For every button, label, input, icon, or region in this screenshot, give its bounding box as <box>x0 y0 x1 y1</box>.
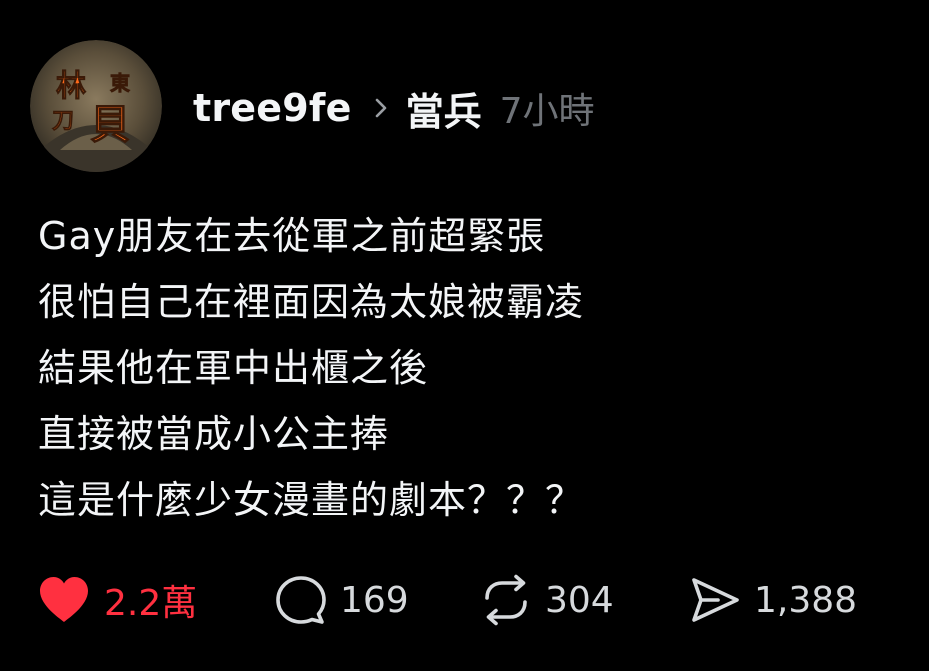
post-timestamp: 7小時 <box>499 91 595 132</box>
topic-tag[interactable]: 當兵 <box>406 81 482 136</box>
share-button[interactable]: 1,388 <box>688 572 857 628</box>
avatar[interactable]: 林 東 刀 貝 <box>30 40 162 172</box>
avatar-char-2: 刀 <box>52 109 74 134</box>
post-text-line: 結果他在軍中出櫃之後 <box>38 346 429 390</box>
comment-icon <box>276 576 326 624</box>
thread-post: 林 東 刀 貝 tree9fe 當兵 7小時 Gay朋友在去從軍之前超緊張 很怕… <box>0 0 929 671</box>
heart-icon <box>40 577 88 622</box>
share-count: 1,388 <box>754 579 858 621</box>
avatar-char-4: 貝 <box>90 102 130 148</box>
avatar-char-3: 東 <box>110 71 130 95</box>
like-count: 2.2萬 <box>104 583 198 624</box>
avatar-char-1: 林 <box>56 69 86 104</box>
post-text-line: Gay朋友在去從軍之前超緊張 <box>38 214 546 258</box>
post-text-line: 很怕自己在裡面因為太娘被霸凌 <box>38 280 585 324</box>
post-body: Gay朋友在去從軍之前超緊張 很怕自己在裡面因為太娘被霸凌 結果他在軍中出櫃之後… <box>38 203 898 533</box>
chevron-right-icon <box>375 98 386 118</box>
post-text-line: 這是什麼少女漫畫的劇本？？？ <box>38 478 585 522</box>
reply-count: 169 <box>340 579 409 621</box>
reply-button[interactable]: 169 <box>274 572 409 628</box>
action-bar: 2.2萬 169 304 1,388 <box>36 572 916 628</box>
like-button[interactable]: 2.2萬 <box>36 572 197 628</box>
username[interactable]: tree9fe <box>193 86 352 130</box>
send-icon <box>692 578 739 622</box>
post-text-line: 直接被當成小公主捧 <box>38 412 390 456</box>
repost-button[interactable]: 304 <box>479 572 614 628</box>
repost-icon <box>485 574 527 626</box>
repost-count: 304 <box>545 579 614 621</box>
post-header: tree9fe 當兵 7小時 <box>193 78 595 138</box>
